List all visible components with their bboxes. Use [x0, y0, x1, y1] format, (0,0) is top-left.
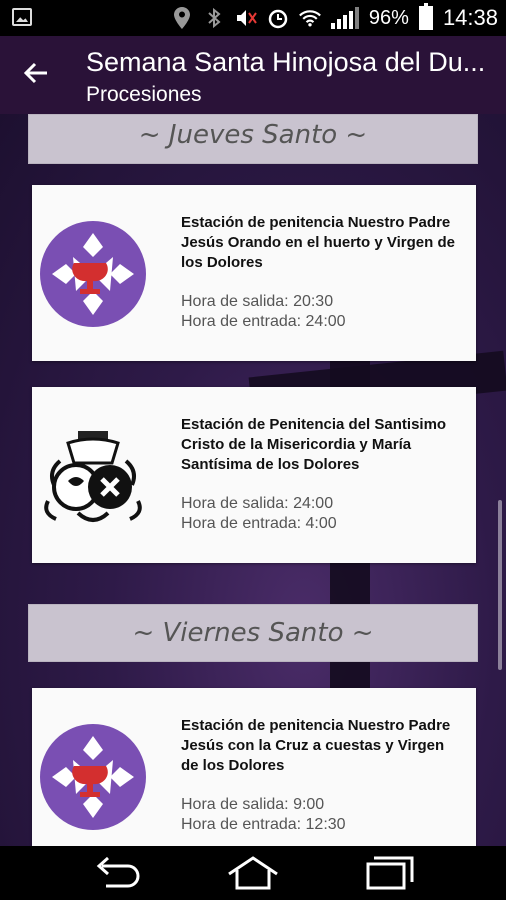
battery-icon [418, 3, 433, 30]
gallery-notification-icon [12, 8, 32, 26]
bluetooth-icon [203, 7, 225, 29]
procession-card[interactable]: Estación de Penitencia del Santisimo Cri… [32, 387, 476, 563]
processions-list[interactable]: ~ Jueves Santo ~ Estación de penitencia … [0, 114, 506, 846]
signal-icon [330, 7, 359, 29]
status-bar: 96% 14:38 [0, 0, 506, 36]
nav-recents-icon[interactable] [360, 854, 420, 892]
nav-back-icon[interactable] [88, 854, 148, 892]
clock: 14:38 [442, 5, 498, 30]
navigation-bar [0, 846, 506, 900]
return-time: Hora de entrada: 4:00 [181, 515, 337, 532]
wifi-icon [299, 7, 321, 29]
procession-title: Estación de penitencia Nuestro Padre Jes… [181, 214, 455, 271]
procession-card[interactable]: Estación de penitencia Nuestro Padre Jes… [32, 688, 476, 846]
mute-icon [235, 7, 257, 29]
page-title: Semana Santa Hinojosa del Du... [86, 47, 486, 77]
brotherhood-emblem-icon [40, 221, 146, 327]
nav-home-icon[interactable] [223, 854, 283, 892]
section-header-viernes: ~ Viernes Santo ~ [28, 604, 478, 662]
brotherhood-emblem-icon [40, 724, 146, 830]
return-time: Hora de entrada: 24:00 [181, 313, 346, 330]
coat-of-arms-icon [44, 431, 142, 522]
alarm-icon [267, 7, 289, 29]
procession-title: Estación de Penitencia del Santisimo Cri… [181, 416, 447, 473]
departure-time: Hora de salida: 9:00 [181, 796, 325, 813]
procession-title: Estación de penitencia Nuestro Padre Jes… [181, 717, 451, 774]
return-time: Hora de entrada: 12:30 [181, 816, 346, 833]
scrollbar[interactable] [498, 500, 502, 670]
section-header-jueves: ~ Jueves Santo ~ [28, 114, 478, 164]
location-icon [171, 7, 193, 29]
departure-time: Hora de salida: 20:30 [181, 293, 334, 310]
page-subtitle: Procesiones [86, 83, 202, 106]
departure-time: Hora de salida: 24:00 [181, 495, 334, 512]
back-arrow-icon[interactable] [18, 58, 54, 94]
procession-card[interactable]: Estación de penitencia Nuestro Padre Jes… [32, 185, 476, 361]
battery-percent: 96% [368, 6, 409, 29]
app-bar: Semana Santa Hinojosa del Du... Procesio… [0, 36, 506, 114]
